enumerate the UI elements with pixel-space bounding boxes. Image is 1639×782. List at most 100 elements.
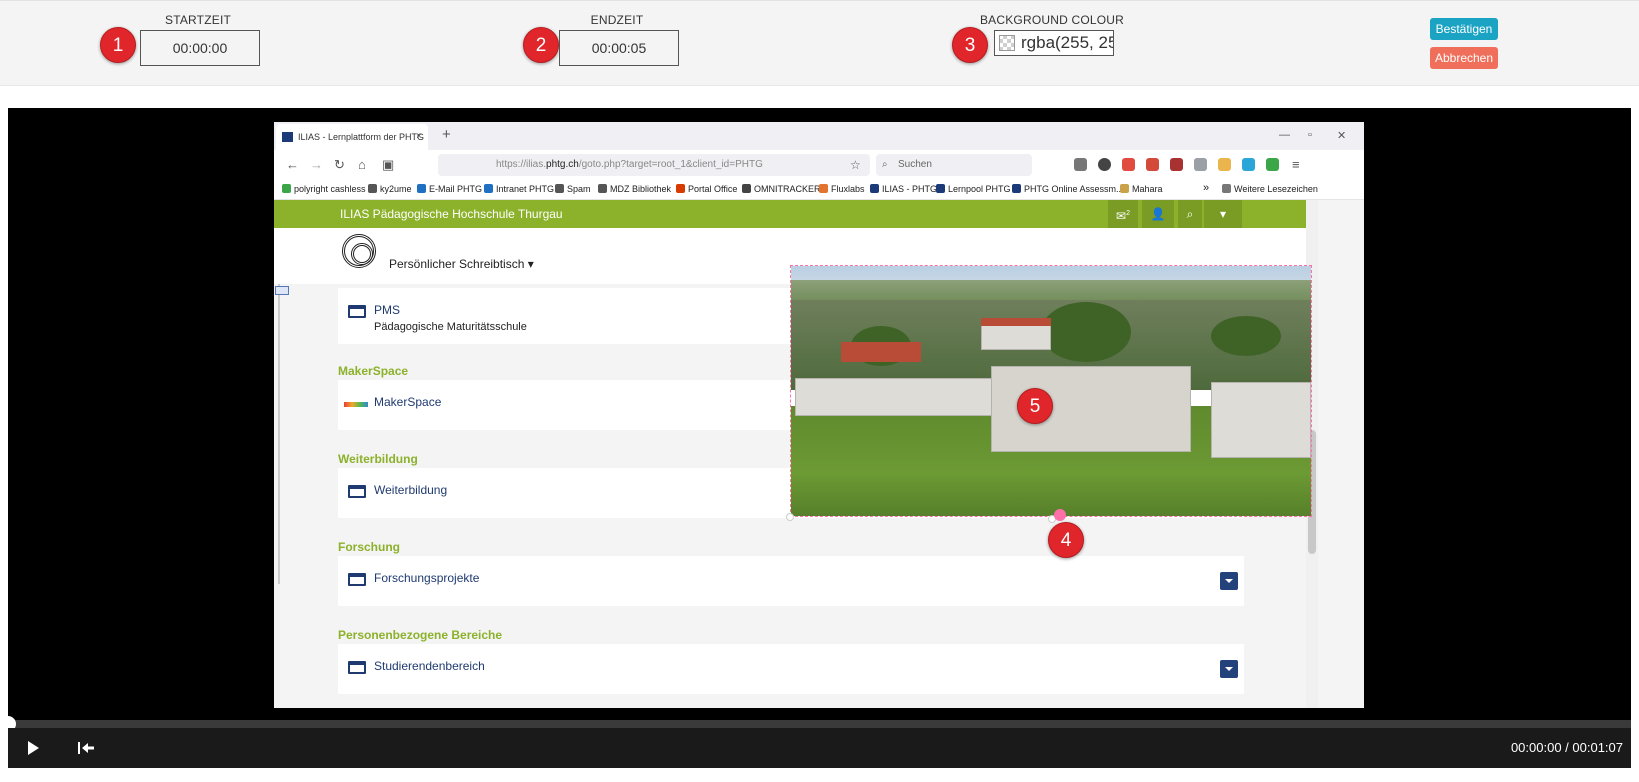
image-overlay[interactable]: 5 bbox=[790, 265, 1312, 517]
card-subtitle: Pädagogische Maturitätsschule bbox=[374, 321, 527, 333]
bookmark-item[interactable]: OMNITRACKER bbox=[742, 184, 821, 194]
photo-building bbox=[1211, 382, 1311, 458]
progress-bar[interactable] bbox=[8, 720, 1631, 728]
folder-icon bbox=[348, 661, 366, 674]
extension-icon-1[interactable] bbox=[1122, 158, 1135, 171]
header-search-icon[interactable]: ⌕ bbox=[1178, 200, 1202, 228]
start-time-label: STARTZEIT bbox=[164, 13, 232, 27]
other-bookmarks[interactable]: Weitere Lesezeichen bbox=[1222, 184, 1318, 194]
bookmarks-overflow-icon[interactable]: » bbox=[1203, 182, 1209, 194]
transparent-swatch-icon bbox=[999, 35, 1015, 51]
ilias-favicon-icon bbox=[282, 132, 293, 142]
tab-close-icon[interactable]: × bbox=[416, 124, 422, 150]
card-title[interactable]: Studierendenbereich bbox=[374, 659, 485, 673]
bookmark-item[interactable]: Portal Office bbox=[676, 184, 737, 194]
bookmark-item[interactable]: ILIAS - PHTG bbox=[870, 184, 937, 194]
photo-building bbox=[795, 378, 1015, 416]
desk-menu[interactable]: Persönlicher Schreibtisch ▾ bbox=[389, 257, 534, 271]
time-readout: 00:00:00 / 00:01:07 bbox=[1510, 740, 1623, 755]
phtg-logo-icon bbox=[342, 234, 376, 268]
avatar[interactable]: ▾ bbox=[1204, 200, 1242, 228]
bookmark-item[interactable]: Lernpool PHTG bbox=[936, 184, 1011, 194]
section-head-weiterbildung: Weiterbildung bbox=[338, 452, 418, 466]
bookmark-item[interactable]: MDZ Bibliothek bbox=[598, 184, 671, 194]
bg-colour-input[interactable]: rgba(255, 25 bbox=[994, 30, 1114, 56]
card-dropdown-icon[interactable] bbox=[1220, 660, 1238, 678]
minimize-icon[interactable]: — bbox=[1279, 129, 1290, 141]
extension-icon-3[interactable] bbox=[1170, 158, 1183, 171]
wiki-icon[interactable] bbox=[1242, 158, 1255, 171]
bookmark-item[interactable]: Spam bbox=[555, 184, 591, 194]
account-icon[interactable] bbox=[1098, 158, 1111, 171]
bookmark-item[interactable]: Mahara bbox=[1120, 184, 1163, 194]
forward-icon[interactable]: → bbox=[310, 157, 323, 172]
trim-toolbar: STARTZEIT 1 00:00:00 ENDZEIT 2 00:00:05 … bbox=[0, 0, 1639, 86]
address-bar[interactable]: https://ilias.phtg.ch/goto.php?target=ro… bbox=[438, 154, 870, 176]
play-icon[interactable] bbox=[28, 741, 39, 755]
mail-icon[interactable]: ✉2 bbox=[1108, 200, 1138, 228]
marker-badge-1: 1 bbox=[100, 27, 136, 63]
marker-badge-4: 4 bbox=[1048, 522, 1084, 558]
bookmarks-bar: polyright cashless ky2ume E-Mail PHTG In… bbox=[274, 180, 1364, 200]
screenshot-icon[interactable]: ▣ bbox=[382, 157, 394, 173]
left-rail bbox=[274, 284, 280, 584]
bookmark-item[interactable]: E-Mail PHTG bbox=[417, 184, 482, 194]
card-studierende[interactable]: Studierendenbereich bbox=[338, 644, 1244, 694]
pocket-icon[interactable] bbox=[1074, 158, 1087, 171]
marker-badge-5: 5 bbox=[1017, 388, 1053, 424]
folder-icon bbox=[348, 485, 366, 498]
bookmark-star-icon[interactable]: ☆ bbox=[850, 154, 861, 176]
menu-icon[interactable]: ≡ bbox=[1292, 157, 1300, 172]
start-time-input[interactable]: 00:00:00 bbox=[140, 30, 260, 66]
player-controls: 00:00:00 / 00:01:07 bbox=[8, 728, 1631, 768]
bg-colour-label: BACKGROUND COLOUR bbox=[979, 13, 1125, 27]
card-title[interactable]: Weiterbildung bbox=[374, 483, 447, 497]
rotate-handle[interactable] bbox=[1054, 509, 1066, 521]
confirm-button[interactable]: Bestätigen bbox=[1430, 18, 1498, 40]
card-title[interactable]: MakerSpace bbox=[374, 395, 441, 409]
bookmark-item[interactable]: PHTG Online Assessm... bbox=[1012, 184, 1124, 194]
card-forschung[interactable]: Forschungsprojekte bbox=[338, 556, 1244, 606]
end-time-input[interactable]: 00:00:05 bbox=[559, 30, 679, 66]
bookmark-item[interactable]: Intranet PHTG bbox=[484, 184, 554, 194]
reader-icon[interactable] bbox=[1194, 158, 1207, 171]
restore-icon[interactable]: ▫ bbox=[1308, 129, 1312, 141]
new-tab-icon[interactable]: + bbox=[442, 126, 451, 143]
cancel-button[interactable]: Abbrechen bbox=[1430, 47, 1498, 69]
browser-search-field[interactable]: ⌕ Suchen bbox=[876, 154, 1032, 176]
contacts-icon[interactable]: 👤 bbox=[1142, 200, 1174, 228]
marker-badge-2: 2 bbox=[523, 27, 559, 63]
extension-icon-5[interactable] bbox=[1266, 158, 1279, 171]
video-frame: ILIAS - Lernplattform der PHTG × + — ▫ ✕… bbox=[274, 122, 1364, 708]
ilias-header: ILIAS Pädagogische Hochschule Thurgau ✉2… bbox=[274, 200, 1306, 228]
home-icon[interactable]: ⌂ bbox=[358, 157, 366, 172]
card-title[interactable]: PMS bbox=[374, 303, 400, 317]
bookmark-item[interactable]: Fluxlabs bbox=[819, 184, 865, 194]
bookmark-item[interactable]: polyright cashless bbox=[282, 184, 366, 194]
back-icon[interactable]: ← bbox=[286, 157, 299, 172]
desk-label: Persönlicher Schreibtisch bbox=[389, 257, 525, 271]
section-head-personen: Personenbezogene Bereiche bbox=[338, 628, 503, 642]
bookmark-item[interactable]: ky2ume bbox=[368, 184, 412, 194]
card-dropdown-icon[interactable] bbox=[1220, 572, 1238, 590]
skip-to-start-icon[interactable] bbox=[76, 740, 96, 756]
section-head-makerspace: MakerSpace bbox=[338, 364, 409, 378]
url-prefix: https://ilias. bbox=[496, 159, 547, 170]
browser-tab[interactable]: ILIAS - Lernplattform der PHTG × bbox=[276, 124, 428, 150]
rail-toggle-icon[interactable] bbox=[275, 286, 289, 295]
search-icon: ⌕ bbox=[882, 159, 888, 170]
window-close-icon[interactable]: ✕ bbox=[1337, 129, 1346, 142]
resize-handle[interactable] bbox=[786, 513, 794, 521]
url-path: /goto.php?target=root_1&client_id=PHTG bbox=[578, 159, 763, 170]
section-head-forschung: Forschung bbox=[338, 540, 400, 554]
video-player: ILIAS - Lernplattform der PHTG × + — ▫ ✕… bbox=[0, 108, 1631, 768]
card-title[interactable]: Forschungsprojekte bbox=[374, 571, 479, 585]
extension-icon-4[interactable] bbox=[1218, 158, 1231, 171]
photo-building bbox=[981, 324, 1051, 350]
folder-icon bbox=[348, 305, 366, 318]
reload-icon[interactable]: ↻ bbox=[334, 157, 345, 173]
folder-icon bbox=[348, 573, 366, 586]
photo-tree bbox=[1041, 302, 1131, 362]
photo-roof bbox=[981, 318, 1051, 326]
extension-icon-2[interactable] bbox=[1146, 158, 1159, 171]
